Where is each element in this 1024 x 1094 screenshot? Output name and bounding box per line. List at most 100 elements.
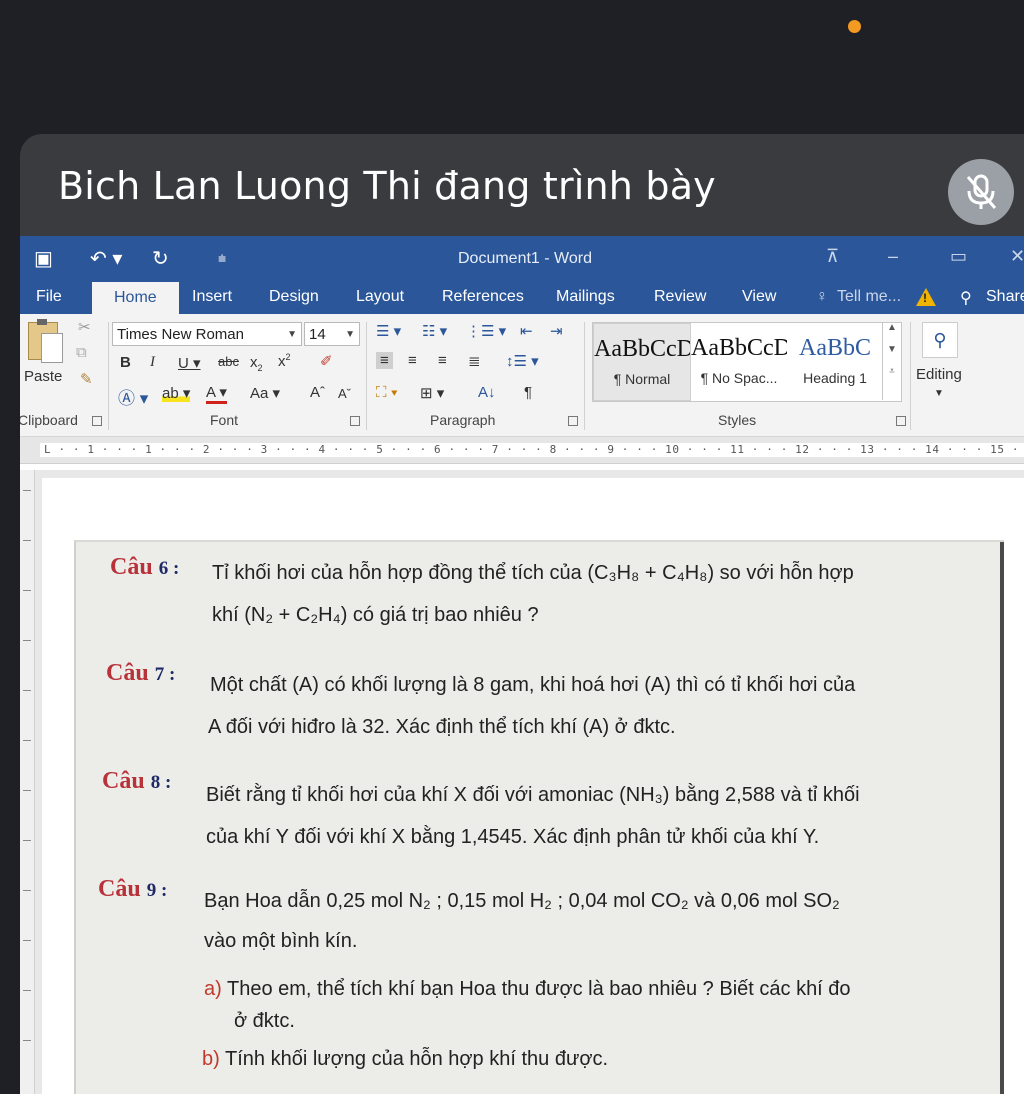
- numbering-icon[interactable]: ☷ ▾: [422, 322, 447, 340]
- bold-button[interactable]: B: [120, 354, 131, 371]
- justify-icon[interactable]: ≣: [468, 352, 481, 370]
- tab-layout[interactable]: Layout: [356, 288, 404, 306]
- paste-button[interactable]: Paste: [24, 368, 62, 385]
- style-sample: AaBbCcDd: [594, 336, 690, 362]
- mic-muted-button[interactable]: [948, 159, 1014, 225]
- cut-icon[interactable]: ✂: [78, 318, 91, 336]
- tab-mailings[interactable]: Mailings: [556, 288, 615, 306]
- question-8-label: Câu 8 :: [102, 768, 171, 795]
- italic-button[interactable]: I: [150, 354, 155, 371]
- ruler-tick: [23, 490, 31, 491]
- sub-item-a-line-2: ở đktc.: [234, 1010, 295, 1032]
- ruler-tick: [23, 740, 31, 741]
- font-launcher-icon[interactable]: [350, 416, 360, 426]
- shrink-font-icon[interactable]: Aˇ: [338, 386, 351, 401]
- tab-view[interactable]: View: [742, 288, 776, 306]
- copy-icon[interactable]: ⧉: [76, 344, 87, 361]
- find-icon[interactable]: ⚲: [922, 322, 958, 358]
- underline-button[interactable]: U ▾: [178, 354, 201, 372]
- image-edge: [1000, 542, 1004, 1094]
- ruler-tick: [23, 890, 31, 891]
- style-name: Heading 1: [803, 370, 867, 386]
- question-7-line-2: A đối với hiđro là 32. Xác định thể tích…: [208, 716, 676, 738]
- pasted-exercise-image[interactable]: Câu 6 : Tỉ khối hơi của hỗn hợp đồng thể…: [74, 540, 1004, 1094]
- label-number: 6 :: [158, 558, 180, 579]
- ruler-tick: [23, 790, 31, 791]
- label-number: 8 :: [150, 772, 172, 793]
- align-center-icon[interactable]: ≡: [408, 352, 417, 369]
- separator: [366, 322, 367, 430]
- styles-gallery: AaBbCcDd ¶ Normal AaBbCcDd ¶ No Spac... …: [592, 322, 902, 402]
- decrease-indent-icon[interactable]: ⇤: [520, 322, 533, 340]
- tab-references[interactable]: References: [442, 288, 524, 306]
- highlight-color-icon[interactable]: ab ▾: [162, 384, 191, 402]
- styles-launcher-icon[interactable]: [896, 416, 906, 426]
- paragraph-launcher-icon[interactable]: [568, 416, 578, 426]
- ruler-marks: L · · 1 · · · 1 · · · 2 · · · 3 · · · 4 …: [44, 443, 1024, 456]
- maximize-icon[interactable]: ▭: [950, 246, 967, 267]
- superscript-button[interactable]: x2: [278, 352, 291, 370]
- document-area: Câu 6 : Tỉ khối hơi của hỗn hợp đồng thể…: [20, 470, 1024, 1094]
- question-7-line-1: Một chất (A) có khối lượng là 8 gam, khi…: [210, 674, 856, 696]
- share-button[interactable]: Share: [986, 288, 1024, 306]
- clipboard-group-label: Clipboard: [20, 412, 78, 428]
- ruler-tick: [23, 640, 31, 641]
- line-spacing-icon[interactable]: ↕☰ ▾: [506, 352, 539, 370]
- tab-review[interactable]: Review: [654, 288, 706, 306]
- show-formatting-icon[interactable]: ¶: [524, 384, 532, 401]
- clear-formatting-icon[interactable]: ✐: [320, 352, 333, 370]
- style-sample: AaBbCcDd: [691, 335, 787, 361]
- sort-icon[interactable]: A↓: [478, 384, 496, 401]
- tab-home[interactable]: Home: [92, 282, 179, 314]
- question-9-line-2: vào một bình kín.: [204, 930, 358, 952]
- font-size-box[interactable]: 14 ▼: [304, 322, 360, 346]
- font-group-label: Font: [210, 412, 239, 428]
- subscript-button[interactable]: x2: [250, 354, 263, 373]
- style-heading-1[interactable]: AaBbC Heading 1: [787, 323, 883, 399]
- align-right-icon[interactable]: ≡: [438, 352, 447, 369]
- tab-insert[interactable]: Insert: [192, 288, 232, 306]
- editing-dropdown-icon[interactable]: ▼: [934, 388, 944, 399]
- question-7-label: Câu 7 :: [106, 660, 175, 687]
- question-6-line-1: Tỉ khối hơi của hỗn hợp đồng thể tích củ…: [212, 562, 854, 584]
- share-icon[interactable]: ⚲: [960, 288, 972, 308]
- separator: [910, 322, 911, 430]
- shading-icon[interactable]: ⛶ ▾: [376, 384, 398, 401]
- tab-design[interactable]: Design: [269, 288, 319, 306]
- ribbon-display-icon[interactable]: ⊼: [826, 246, 839, 267]
- clipboard-launcher-icon[interactable]: [92, 416, 102, 426]
- style-normal[interactable]: AaBbCcDd ¶ Normal: [593, 323, 691, 401]
- label-text: Câu: [98, 876, 141, 902]
- presenter-title: Bich Lan Luong Thi đang trình bày: [58, 164, 716, 208]
- editing-button[interactable]: Editing: [916, 366, 962, 383]
- sub-item-text: Theo em, thể tích khí bạn Hoa thu được l…: [227, 978, 851, 1000]
- ruler-tick: [23, 690, 31, 691]
- vertical-ruler: [20, 470, 35, 1094]
- close-icon[interactable]: ✕: [1010, 246, 1024, 267]
- strikethrough-button[interactable]: abc: [218, 354, 239, 369]
- presentation-panel: Bich Lan Luong Thi đang trình bày ▣ ↶ ▾ …: [20, 134, 1024, 1094]
- borders-icon[interactable]: ⊞ ▾: [420, 384, 444, 402]
- change-case-button[interactable]: Aa ▾: [250, 384, 280, 402]
- increase-indent-icon[interactable]: ⇥: [550, 322, 563, 340]
- font-name-box[interactable]: Times New Roman ▼: [112, 322, 302, 346]
- clipboard-icon[interactable]: [28, 319, 63, 363]
- style-no-spacing[interactable]: AaBbCcDd ¶ No Spac...: [691, 323, 787, 399]
- text-effects-icon[interactable]: Ⓐ ▾: [118, 384, 148, 409]
- sub-item-a-line-1: a) Theo em, thể tích khí bạn Hoa thu đượ…: [204, 978, 851, 1001]
- tell-me-search[interactable]: Tell me...: [837, 288, 901, 306]
- style-name: ¶ No Spac...: [700, 370, 778, 386]
- question-6-line-2: khí (N₂ + C₂H₄) có giá trị bao nhiêu ?: [212, 604, 539, 626]
- align-left-icon[interactable]: ≡: [376, 352, 393, 369]
- bullets-icon[interactable]: ☰ ▾: [376, 322, 401, 340]
- document-page[interactable]: Câu 6 : Tỉ khối hơi của hỗn hợp đồng thể…: [42, 478, 1024, 1094]
- format-painter-icon[interactable]: ✎: [80, 370, 93, 388]
- tab-file[interactable]: File: [36, 288, 62, 306]
- label-text: Câu: [110, 554, 153, 580]
- grow-font-icon[interactable]: Aˆ: [310, 384, 325, 401]
- lightbulb-icon: ♀: [816, 288, 828, 305]
- font-color-icon[interactable]: A ▾: [206, 384, 227, 404]
- multilevel-list-icon[interactable]: ⋮☰ ▾: [466, 322, 506, 340]
- minimize-icon[interactable]: –: [888, 246, 898, 267]
- styles-scroll-buttons[interactable]: ▲ ▼ ⩡: [882, 322, 901, 400]
